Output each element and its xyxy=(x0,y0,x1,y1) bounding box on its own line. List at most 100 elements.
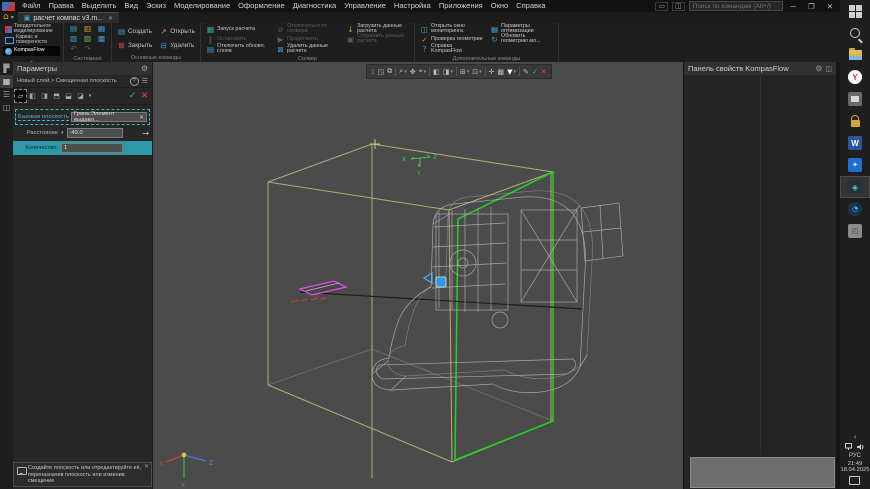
run-calculation-button[interactable]: ▦ Запуск расчета xyxy=(204,24,271,34)
highlighted-face[interactable] xyxy=(455,172,553,460)
restore-button[interactable]: ❐ xyxy=(804,2,819,11)
base-plane-label[interactable]: Базовая плоскость xyxy=(18,114,69,121)
mode-kompasflow[interactable]: KompasFlow xyxy=(3,46,60,56)
plane-tool-2-icon[interactable]: ◧ xyxy=(27,90,38,102)
zoom-icon[interactable]: ⌕ xyxy=(399,67,403,76)
rotate-icon[interactable]: ⌖ xyxy=(419,67,423,76)
delete-project-button[interactable]: ⊟ Удалить xyxy=(157,38,197,52)
clip-dropdown-icon[interactable]: ▾ xyxy=(479,69,482,75)
remote-pc-app-button[interactable] xyxy=(840,88,870,110)
menu-applications[interactable]: Приложения xyxy=(435,0,487,12)
close-button[interactable]: ✕ xyxy=(823,2,837,11)
panel-dock-icon[interactable]: ◫ xyxy=(825,65,832,73)
open-monitoring-window-button[interactable]: ◫ Открыть окно мониторинга xyxy=(418,24,485,34)
mode-wireframe-surfaces[interactable]: Каркас и поверхности xyxy=(3,35,60,45)
photos-app-button[interactable]: ✦ xyxy=(840,154,870,176)
copy-document-button[interactable]: ▨ xyxy=(81,34,94,44)
properties-gear-icon[interactable]: ⚙ xyxy=(815,64,822,73)
distance-dropdown-icon[interactable]: ▾ xyxy=(61,130,64,136)
open-project-button[interactable]: ↗ Открыть xyxy=(157,24,197,38)
disable-layer-update-button[interactable]: ▤ Отключить обновл. слоев xyxy=(204,44,271,54)
orientation-dropdown-icon[interactable]: ▾ xyxy=(450,69,453,75)
kompas-3d-button[interactable]: ◈ xyxy=(840,176,870,198)
start-button[interactable] xyxy=(840,0,870,22)
distance-label[interactable]: Расстояние xyxy=(16,130,58,136)
offset-plane-tool-icon[interactable]: ▱ xyxy=(15,90,26,102)
base-plane-value[interactable]: Грань.Элемент выдавл... ✕ xyxy=(71,112,147,122)
zoom-dropdown-icon[interactable]: ▾ xyxy=(404,69,407,75)
show-hidden-icons-button[interactable]: ‹ xyxy=(854,433,857,441)
flip-direction-icon[interactable]: → xyxy=(142,129,149,138)
confirm-icon[interactable]: ✓ xyxy=(127,90,138,102)
distance-input[interactable]: -49.0 xyxy=(67,128,123,138)
word-button[interactable]: W xyxy=(840,132,870,154)
app-button-10[interactable]: ◔ xyxy=(840,198,870,220)
notification-center-button[interactable] xyxy=(849,476,860,485)
minimize-button[interactable]: ─ xyxy=(787,2,800,11)
offset-plane[interactable] xyxy=(300,281,346,295)
region-bounding-box[interactable] xyxy=(268,144,553,478)
menu-management[interactable]: Управление xyxy=(340,0,390,12)
taskbar-clock[interactable]: 21:49 xyxy=(840,461,869,468)
panel-parameters-icon[interactable]: ▦ xyxy=(0,75,13,88)
display-mode-icon[interactable]: ◧ xyxy=(433,68,440,76)
volume-icon[interactable] xyxy=(857,443,865,451)
move-component-icon[interactable]: ✛ xyxy=(489,68,495,76)
rotate-dropdown-icon[interactable]: ▾ xyxy=(424,69,427,75)
viewport-confirm-icon[interactable]: ✓ xyxy=(532,68,538,76)
kompasflow-help-button[interactable]: ? Справка KompasFlow xyxy=(418,44,485,54)
home-icon[interactable]: ⌂ xyxy=(3,12,9,23)
mode-solid-modeling[interactable]: Твердотельное моделирование xyxy=(3,24,60,34)
filter-icon[interactable]: ▼ xyxy=(507,68,512,76)
menu-diagnostics[interactable]: Диагностика xyxy=(289,0,340,12)
new-document-button[interactable]: ▤ xyxy=(67,24,80,34)
print-document-button[interactable]: ▧ xyxy=(67,34,80,44)
menu-layout[interactable]: Оформление xyxy=(234,0,289,12)
mesh-icon[interactable]: ▩ xyxy=(498,68,505,76)
hint-close-icon[interactable]: ✕ xyxy=(144,464,149,471)
network-icon[interactable] xyxy=(845,443,854,450)
split-window-icon[interactable]: ◫ xyxy=(672,2,685,11)
password-lock-app-button[interactable] xyxy=(840,110,870,132)
plane-direction-controls[interactable] xyxy=(424,273,446,287)
cancel-icon[interactable]: ✕ xyxy=(139,90,150,102)
pan-icon[interactable]: ✥ xyxy=(410,68,416,76)
menu-help[interactable]: Справка xyxy=(512,0,549,12)
gear-icon[interactable]: ⚙ xyxy=(141,64,148,73)
taskbar-date[interactable]: 18.04.2025 xyxy=(840,467,869,474)
undo-button[interactable]: ↶ xyxy=(67,44,80,54)
language-indicator[interactable]: РУС xyxy=(849,453,861,459)
app-button-11[interactable]: ◰ xyxy=(840,220,870,242)
panel-list-icon[interactable]: ☰ xyxy=(0,88,13,101)
plane-tool-4-icon[interactable]: ⬒ xyxy=(51,90,62,102)
layout-views-icon[interactable]: ◳ xyxy=(378,68,385,76)
layout-window-icon[interactable]: ▭ xyxy=(655,2,668,11)
file-explorer-button[interactable] xyxy=(840,44,870,66)
update-geometry-button[interactable]: ↻ Обновить геометрию мо... xyxy=(488,34,555,44)
count-input[interactable]: 1 xyxy=(61,143,123,153)
pick-icon[interactable]: ✎ xyxy=(523,68,529,76)
create-button[interactable]: ▤ Создать xyxy=(115,24,154,38)
open-document-button[interactable]: ▥ xyxy=(81,24,94,34)
menu-select[interactable]: Выделить xyxy=(78,0,121,12)
model-wireframe[interactable] xyxy=(372,191,623,393)
menu-modeling[interactable]: Моделирование xyxy=(170,0,234,12)
clip-icon[interactable]: ⊡ xyxy=(472,68,478,76)
toolbar-grip-icon[interactable]: ⣿ xyxy=(371,69,375,75)
menu-settings[interactable]: Настройка xyxy=(390,0,435,12)
yandex-browser-button[interactable]: Y xyxy=(840,66,870,88)
menu-view[interactable]: Вид xyxy=(120,0,142,12)
clear-base-plane-icon[interactable]: ✕ xyxy=(139,114,144,121)
hide-objects-dropdown-icon[interactable]: ▾ xyxy=(467,69,470,75)
document-tab[interactable]: ▣ расчет компас v3.m... ✕ xyxy=(18,12,119,24)
plane-tool-3-icon[interactable]: ◨ xyxy=(39,90,50,102)
menu-window[interactable]: Окно xyxy=(487,0,512,12)
menu-file[interactable]: Файл xyxy=(18,0,44,12)
hide-objects-icon[interactable]: ⊞ xyxy=(460,68,466,76)
help-icon[interactable]: ? xyxy=(130,77,139,86)
viewport-cancel-icon[interactable]: ✕ xyxy=(541,68,547,76)
taskbar-search-button[interactable] xyxy=(840,22,870,44)
tab-close-icon[interactable]: ✕ xyxy=(108,15,113,22)
modes-chevron-icon[interactable]: ⌄ xyxy=(0,57,63,65)
list-icon[interactable]: ☰ xyxy=(142,77,148,85)
